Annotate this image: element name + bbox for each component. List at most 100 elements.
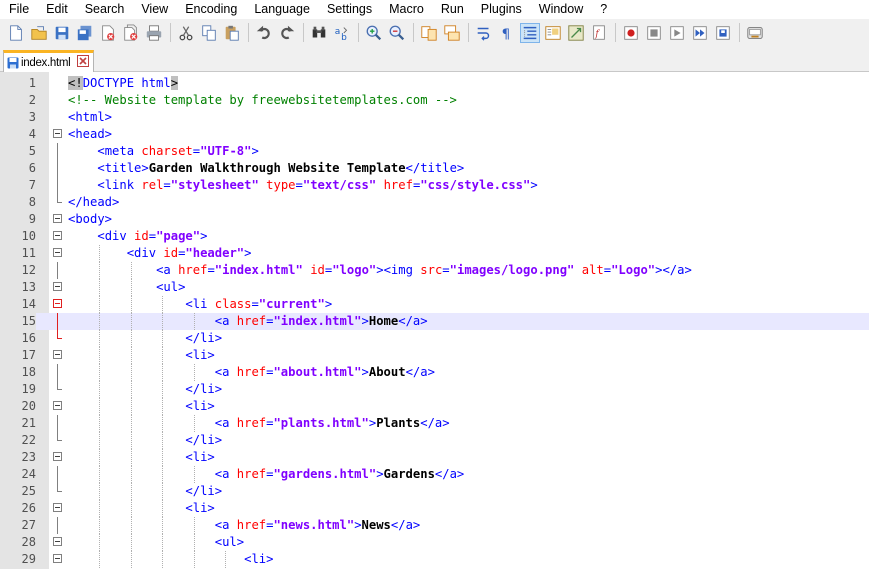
menu-encoding[interactable]: Encoding — [176, 0, 245, 19]
code-line[interactable]: 7 <link rel="stylesheet" type="text/css"… — [0, 177, 869, 194]
code-line[interactable]: 10 <div id="page"> — [0, 228, 869, 245]
code-line[interactable]: 8 </head> — [0, 194, 869, 211]
code-line[interactable]: 12 <a href="index.html" id="logo"><img s… — [0, 262, 869, 279]
code-text: <a href="plants.html">Plants</a> — [68, 415, 450, 432]
document-map-icon[interactable] — [543, 23, 563, 43]
cut-icon[interactable] — [176, 23, 196, 43]
code-line[interactable]: 22 </li> — [0, 432, 869, 449]
close-icon[interactable] — [98, 23, 118, 43]
fold-toggle-icon[interactable] — [53, 554, 62, 563]
toolbar-separator — [468, 23, 469, 42]
menu-run[interactable]: Run — [432, 0, 472, 19]
word-wrap-icon[interactable] — [474, 23, 494, 43]
code-line[interactable]: 9 <body> — [0, 211, 869, 228]
save-macro-icon[interactable] — [713, 23, 733, 43]
code-line[interactable]: 15 <a href="index.html">Home</a> — [0, 313, 869, 330]
code-line[interactable]: 17 <li> — [0, 347, 869, 364]
menu-window[interactable]: Window — [530, 0, 591, 19]
folder-workspace-icon[interactable]: f — [589, 23, 609, 43]
code-token: "plants.html" — [273, 416, 369, 430]
record-macro-icon[interactable] — [621, 23, 641, 43]
fold-toggle-icon[interactable] — [53, 248, 62, 257]
menu-settings[interactable]: Settings — [318, 0, 380, 19]
code-line[interactable]: 2 <!-- Website template by freewebsitetem… — [0, 92, 869, 109]
fold-toggle-icon[interactable] — [53, 401, 62, 410]
code-line[interactable]: 6 <title>Garden Walkthrough Website Temp… — [0, 160, 869, 177]
fold-toggle-icon[interactable] — [53, 503, 62, 512]
fold-toggle-icon[interactable] — [53, 214, 62, 223]
code-line[interactable]: 27 <a href="news.html">News</a> — [0, 517, 869, 534]
code-line[interactable]: 1 <!DOCTYPE html> — [0, 75, 869, 92]
redo-icon[interactable] — [277, 23, 297, 43]
line-number: 26 — [0, 500, 36, 517]
play-macro-icon[interactable] — [667, 23, 687, 43]
fold-toggle-icon[interactable] — [53, 231, 62, 240]
fold-toggle-icon[interactable] — [53, 282, 62, 291]
sync-vertical-icon[interactable] — [419, 23, 439, 43]
code-line[interactable]: 20 <li> — [0, 398, 869, 415]
code-line[interactable]: 18 <a href="about.html">About</a> — [0, 364, 869, 381]
zoom-out-icon[interactable] — [387, 23, 407, 43]
show-all-characters-icon[interactable]: ¶ — [497, 23, 517, 43]
menu-language[interactable]: Language — [245, 0, 318, 19]
function-list-icon[interactable] — [566, 23, 586, 43]
copy-icon[interactable] — [199, 23, 219, 43]
run-macro-multiple-icon[interactable] — [690, 23, 710, 43]
code-token: "UTF-8" — [200, 144, 252, 158]
code-line[interactable]: 28 <ul> — [0, 534, 869, 551]
code-line[interactable]: 5 <meta charset="UTF-8"> — [0, 143, 869, 160]
code-text: <meta charset="UTF-8"> — [68, 143, 258, 160]
fold-toggle-icon[interactable] — [53, 129, 62, 138]
code-line[interactable]: 16 </li> — [0, 330, 869, 347]
menu-help[interactable]: ? — [591, 0, 615, 19]
fold-toggle-icon[interactable] — [53, 537, 62, 546]
toolbar: a b ¶ f — [0, 19, 869, 46]
launch-in-browser-icon[interactable] — [745, 23, 765, 43]
code-line[interactable]: 21 <a href="plants.html">Plants</a> — [0, 415, 869, 432]
code-token: <li> — [244, 552, 274, 566]
code-token: <meta — [97, 144, 142, 158]
menu-plugins[interactable]: Plugins — [472, 0, 530, 19]
close-all-icon[interactable] — [121, 23, 141, 43]
paste-icon[interactable] — [222, 23, 242, 43]
code-line[interactable]: 13 <ul> — [0, 279, 869, 296]
code-line[interactable]: 23 <li> — [0, 449, 869, 466]
undo-icon[interactable] — [254, 23, 274, 43]
menu-view[interactable]: View — [132, 0, 176, 19]
stop-recording-icon[interactable] — [644, 23, 664, 43]
code-text: <body> — [68, 211, 112, 228]
save-icon[interactable] — [52, 23, 72, 43]
code-line[interactable]: 26 <li> — [0, 500, 869, 517]
code-line[interactable]: 14 <li class="current"> — [0, 296, 869, 313]
save-all-icon[interactable] — [75, 23, 95, 43]
menu-macro[interactable]: Macro — [380, 0, 432, 19]
fold-toggle-icon[interactable] — [53, 350, 62, 359]
find-icon[interactable] — [309, 23, 329, 43]
code-line[interactable]: 3 <html> — [0, 109, 869, 126]
code-line[interactable]: 25 </li> — [0, 483, 869, 500]
zoom-in-icon[interactable] — [364, 23, 384, 43]
indent-guide-icon[interactable] — [520, 22, 540, 43]
code-editor[interactable]: 1 <!DOCTYPE html> 2 <!-- Website template b… — [0, 72, 869, 569]
menu-search[interactable]: Search — [76, 0, 133, 19]
new-file-icon[interactable] — [6, 23, 26, 43]
menu-file[interactable]: File — [0, 0, 37, 19]
tab-index-html[interactable]: index.html — [3, 50, 94, 72]
code-line[interactable]: 4 <head> — [0, 126, 869, 143]
code-line[interactable]: 24 <a href="gardens.html">Gardens</a> — [0, 466, 869, 483]
close-tab-icon[interactable] — [77, 55, 89, 67]
code-line[interactable]: 19 </li> — [0, 381, 869, 398]
code-line[interactable]: 11 <div id="header"> — [0, 245, 869, 262]
fold-toggle-icon[interactable] — [53, 452, 62, 461]
code-line[interactable]: 29 <li> — [0, 551, 869, 568]
fold-toggle-icon[interactable] — [53, 299, 62, 308]
sync-horizontal-icon[interactable] — [442, 23, 462, 43]
code-token: Garden Walkthrough Website Template — [148, 161, 406, 175]
open-file-icon[interactable] — [29, 23, 49, 43]
print-icon[interactable] — [144, 23, 164, 43]
menu-edit[interactable]: Edit — [37, 0, 76, 19]
toolbar-separator — [170, 23, 171, 42]
replace-icon[interactable]: ab — [332, 23, 352, 43]
code-token: "current" — [258, 297, 325, 311]
